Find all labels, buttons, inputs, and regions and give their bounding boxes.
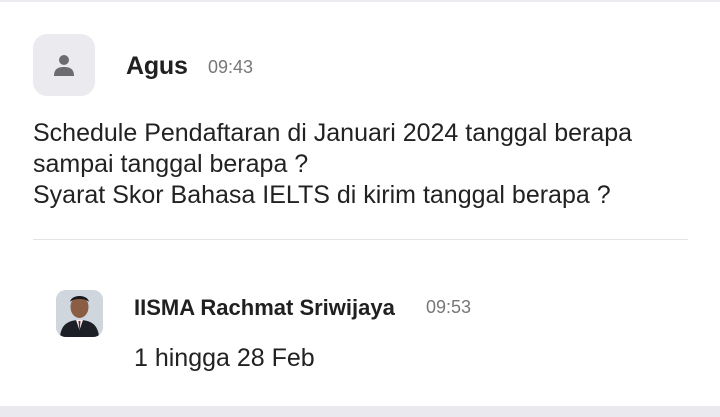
reply-author-name[interactable]: IISMA Rachmat Sriwijaya [134,295,395,321]
top-divider [0,0,720,2]
message-line: Schedule Pendaftaran di Januari 2024 tan… [33,119,633,147]
message-line: sampai tanggal berapa ? [33,150,309,178]
reply-divider [33,239,688,240]
author-avatar[interactable] [33,34,95,96]
reply-body: 1 hingga 28 Feb [134,344,315,372]
reply-timestamp: 09:53 [426,297,472,317]
message-body: Schedule Pendaftaran di Januari 2024 tan… [33,118,703,211]
bottom-bar [0,406,720,417]
author-name[interactable]: Agus [126,52,188,81]
message-line: Syarat Skor Bahasa IELTS di kirim tangga… [33,181,611,209]
message-timestamp: 09:43 [208,57,254,77]
profile-photo [56,290,103,337]
person-icon [54,55,74,76]
reply-avatar[interactable] [56,290,103,337]
